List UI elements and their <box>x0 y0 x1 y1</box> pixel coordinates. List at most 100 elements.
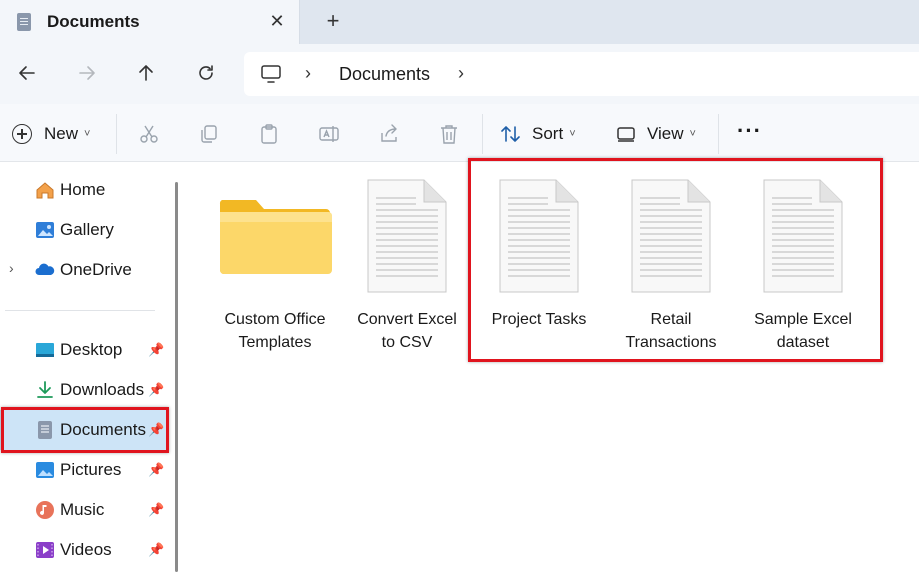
pin-icon[interactable]: 📌 <box>148 462 164 478</box>
document-icon <box>631 179 711 293</box>
sort-button[interactable]: Sort ˅ <box>500 122 576 146</box>
file-name: Project Tasks <box>474 308 604 331</box>
file-name-line: Templates <box>238 334 312 351</box>
sidebar-item-documents[interactable]: Documents 📌 <box>0 410 168 450</box>
sidebar-item-videos[interactable]: Videos 📌 <box>0 530 168 570</box>
sidebar-item-downloads[interactable]: Downloads 📌 <box>0 370 168 410</box>
sidebar-scrollbar[interactable] <box>175 182 178 572</box>
cut-button[interactable] <box>138 123 160 145</box>
file-name-line: dataset <box>776 334 830 351</box>
chevron-down-icon: ˅ <box>569 128 576 140</box>
view-label: View <box>647 124 684 143</box>
copy-icon <box>201 125 217 143</box>
file-name-line: to CSV <box>381 334 433 351</box>
sort-label: Sort <box>532 124 564 143</box>
back-arrow-icon <box>19 66 35 80</box>
documents-icon <box>38 421 52 439</box>
gallery-icon <box>36 222 54 238</box>
sidebar-item-music[interactable]: Music 📌 <box>0 490 168 530</box>
share-icon <box>381 124 397 142</box>
pictures-icon <box>36 462 54 478</box>
copy-button[interactable] <box>198 123 220 145</box>
refresh-button[interactable] <box>191 58 221 88</box>
scissors-icon <box>140 125 158 143</box>
rename-icon <box>319 126 339 142</box>
pin-icon[interactable]: 📌 <box>148 342 164 358</box>
view-icon <box>617 127 635 142</box>
sidebar-item-label: Videos <box>60 540 112 559</box>
file-name-line: Convert Excel <box>357 311 457 328</box>
sidebar-item-label: Documents <box>60 420 146 439</box>
tab-bar: Documents ✕ + <box>0 0 919 44</box>
sidebar-item-label: Gallery <box>60 220 114 239</box>
pin-icon[interactable]: 📌 <box>148 502 164 518</box>
back-button[interactable] <box>12 58 42 88</box>
forward-button[interactable] <box>72 58 102 88</box>
chevron-down-icon: ˅ <box>689 128 696 140</box>
onedrive-icon <box>35 263 55 275</box>
share-button[interactable] <box>378 123 400 145</box>
document-icon <box>499 179 579 293</box>
file-name: Retail Transactions <box>606 308 736 354</box>
folder-icon <box>219 200 332 274</box>
this-pc-icon[interactable] <box>260 64 282 84</box>
new-label: New <box>44 124 79 143</box>
address-bar[interactable]: › Documents › <box>244 52 919 96</box>
tab-close-button[interactable]: ✕ <box>266 10 288 32</box>
navigation-bar: › Documents › <box>0 44 919 104</box>
more-options-button[interactable]: ··· <box>737 118 762 144</box>
sidebar-item-label: Desktop <box>60 340 123 359</box>
breadcrumb-chevron[interactable]: › <box>458 63 464 84</box>
refresh-icon <box>199 65 213 80</box>
file-item-document[interactable]: Retail Transactions <box>606 176 736 351</box>
sidebar-item-label: Pictures <box>60 460 122 479</box>
file-name: Custom Office Templates <box>210 308 340 354</box>
downloads-icon <box>37 381 53 398</box>
file-name: Sample Excel dataset <box>738 308 868 354</box>
sort-icon <box>501 126 520 142</box>
sidebar-item-label: OneDrive <box>60 260 132 279</box>
music-icon <box>36 501 54 519</box>
new-button[interactable]: New ˅ <box>12 122 90 146</box>
rename-button[interactable] <box>318 123 340 145</box>
sidebar-divider <box>5 310 155 311</box>
trash-icon <box>441 125 457 144</box>
tab-title: Documents <box>47 12 140 31</box>
breadcrumb-documents[interactable]: Documents <box>339 64 430 85</box>
sidebar-item-gallery[interactable]: Gallery <box>0 210 168 250</box>
sidebar-item-pictures[interactable]: Pictures 📌 <box>0 450 168 490</box>
file-name-line: Sample Excel <box>754 311 852 328</box>
file-item-document[interactable]: Sample Excel dataset <box>738 176 868 351</box>
videos-icon <box>36 542 54 558</box>
document-icon <box>763 179 843 293</box>
breadcrumb-chevron[interactable]: › <box>305 63 311 84</box>
toolbar-divider <box>116 114 117 154</box>
file-name-line: Retail <box>650 311 692 328</box>
paste-button[interactable] <box>258 123 280 145</box>
sidebar-item-home[interactable]: Home <box>0 170 168 210</box>
toolbar-divider <box>718 114 719 154</box>
paste-icon <box>261 124 277 144</box>
view-button[interactable]: View ˅ <box>615 122 696 146</box>
new-tab-button[interactable]: + <box>321 10 345 34</box>
chevron-right-icon[interactable]: › <box>9 260 14 276</box>
file-list: Custom Office Templates Convert Excel to… <box>188 162 919 572</box>
tab-documents[interactable]: Documents ✕ <box>0 0 300 44</box>
up-button[interactable] <box>131 58 161 88</box>
delete-button[interactable] <box>438 123 460 145</box>
file-item-document[interactable]: Convert Excel to CSV <box>342 176 472 351</box>
navigation-pane: Home Gallery › OneDrive Desktop 📌 Downlo… <box>0 162 186 572</box>
file-item-document[interactable]: Project Tasks <box>474 176 604 346</box>
document-icon <box>17 13 31 31</box>
file-item-folder[interactable]: Custom Office Templates <box>210 176 340 351</box>
sidebar-item-desktop[interactable]: Desktop 📌 <box>0 330 168 370</box>
pin-icon[interactable]: 📌 <box>148 542 164 558</box>
chevron-down-icon: ˅ <box>84 128 91 140</box>
plus-circle-icon <box>12 124 32 144</box>
sidebar-item-onedrive[interactable]: › OneDrive <box>0 250 168 290</box>
pin-icon[interactable]: 📌 <box>148 382 164 398</box>
home-icon <box>36 182 54 199</box>
sidebar-item-label: Music <box>60 500 105 519</box>
pin-icon[interactable]: 📌 <box>148 422 164 438</box>
up-arrow-icon <box>139 65 153 81</box>
